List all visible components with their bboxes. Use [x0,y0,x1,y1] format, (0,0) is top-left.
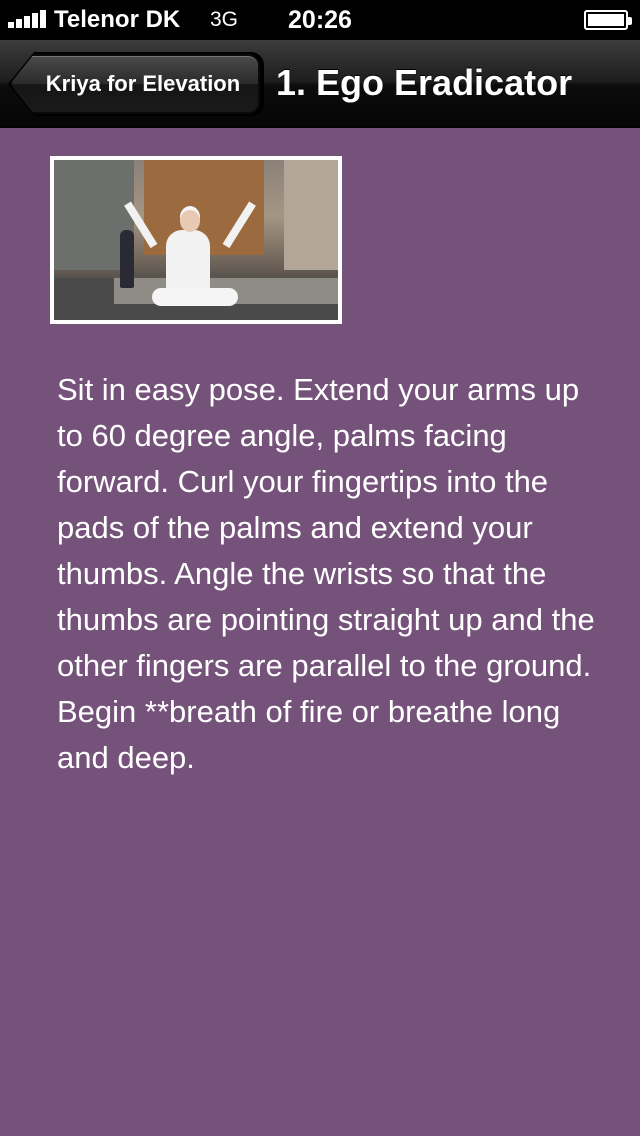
navigation-bar: Kriya for Elevation 1. Ego Eradicator [0,40,640,128]
status-bar: Telenor DK 3G 20:26 [0,0,640,40]
exercise-description: Sit in easy pose. Extend your arms up to… [57,372,595,775]
battery-icon [584,10,632,30]
status-time: 20:26 [288,6,352,34]
yoga-photo-icon [54,160,338,320]
back-button-label: Kriya for Elevation [45,71,241,96]
back-button[interactable]: Kriya for Elevation [10,54,260,114]
battery-level [588,14,624,26]
screen: Telenor DK 3G 20:26 Kriya for Elevation … [0,0,640,1136]
page-title: 1. Ego Eradicator [276,62,573,103]
exercise-photo [50,156,342,324]
